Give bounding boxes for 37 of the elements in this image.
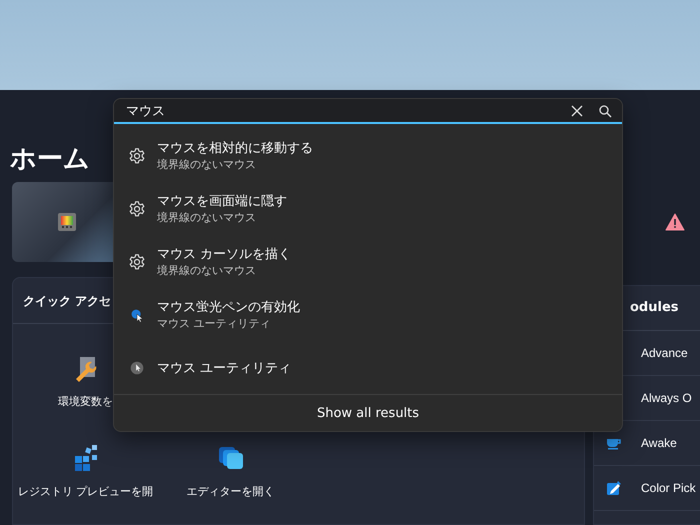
result-title: マウス カーソルを描く	[157, 246, 292, 264]
result-title: マウス蛍光ペンの有効化	[157, 299, 300, 316]
cursor-disc-icon	[128, 358, 146, 377]
result-title: マウス ユーティリティ	[157, 360, 292, 377]
card-title: クイック アクセ	[23, 294, 112, 308]
result-subtitle: マウス ユーティリティ	[157, 316, 272, 332]
close-icon[interactable]	[570, 104, 584, 118]
search-field[interactable]: マウス	[114, 99, 622, 124]
module-label[interactable]: Awake	[641, 436, 677, 450]
quick-action-label[interactable]: レジストリ プレビューを開	[18, 484, 154, 499]
search-result[interactable]: マウス ユーティリティ	[114, 341, 622, 394]
card-title: odules	[630, 300, 679, 315]
warning-icon	[665, 213, 685, 231]
search-result[interactable]: マウスを画面端に隠す 境界線のないマウス	[114, 182, 622, 236]
quick-action-label[interactable]: エディターを開く	[186, 484, 274, 499]
page-title: ホーム	[10, 143, 90, 176]
settings-icon	[128, 200, 146, 218]
module-label[interactable]: Always O	[641, 391, 692, 405]
app-logo-icon	[58, 213, 76, 231]
result-title: マウスを相対的に移動する	[157, 140, 313, 158]
module-label[interactable]: Color Pick	[641, 481, 696, 495]
settings-icon	[128, 252, 146, 271]
search-result[interactable]: マウス カーソルを描く 境界線のないマウス	[114, 235, 622, 288]
result-subtitle: 境界線のないマウス	[157, 157, 257, 172]
color-picker-icon	[606, 480, 622, 496]
result-title: マウスを画面端に隠す	[157, 193, 287, 210]
stacked-windows-icon	[216, 444, 244, 472]
result-subtitle: 境界線のないマウス	[157, 263, 257, 278]
result-subtitle: 境界線のないマウス	[157, 210, 257, 226]
settings-icon	[128, 146, 146, 165]
search-icon[interactable]	[598, 104, 612, 118]
quick-action-label[interactable]: 環境変数を	[58, 394, 113, 409]
show-all-results-button[interactable]: Show all results	[310, 404, 426, 422]
search-input[interactable]: マウス	[124, 102, 556, 120]
search-result[interactable]: マウスを相対的に移動する 境界線のないマウス	[114, 129, 622, 182]
module-label[interactable]: Advance	[641, 346, 688, 360]
search-result[interactable]: マウス蛍光ペンの有効化 マウス ユーティリティ	[114, 288, 622, 342]
